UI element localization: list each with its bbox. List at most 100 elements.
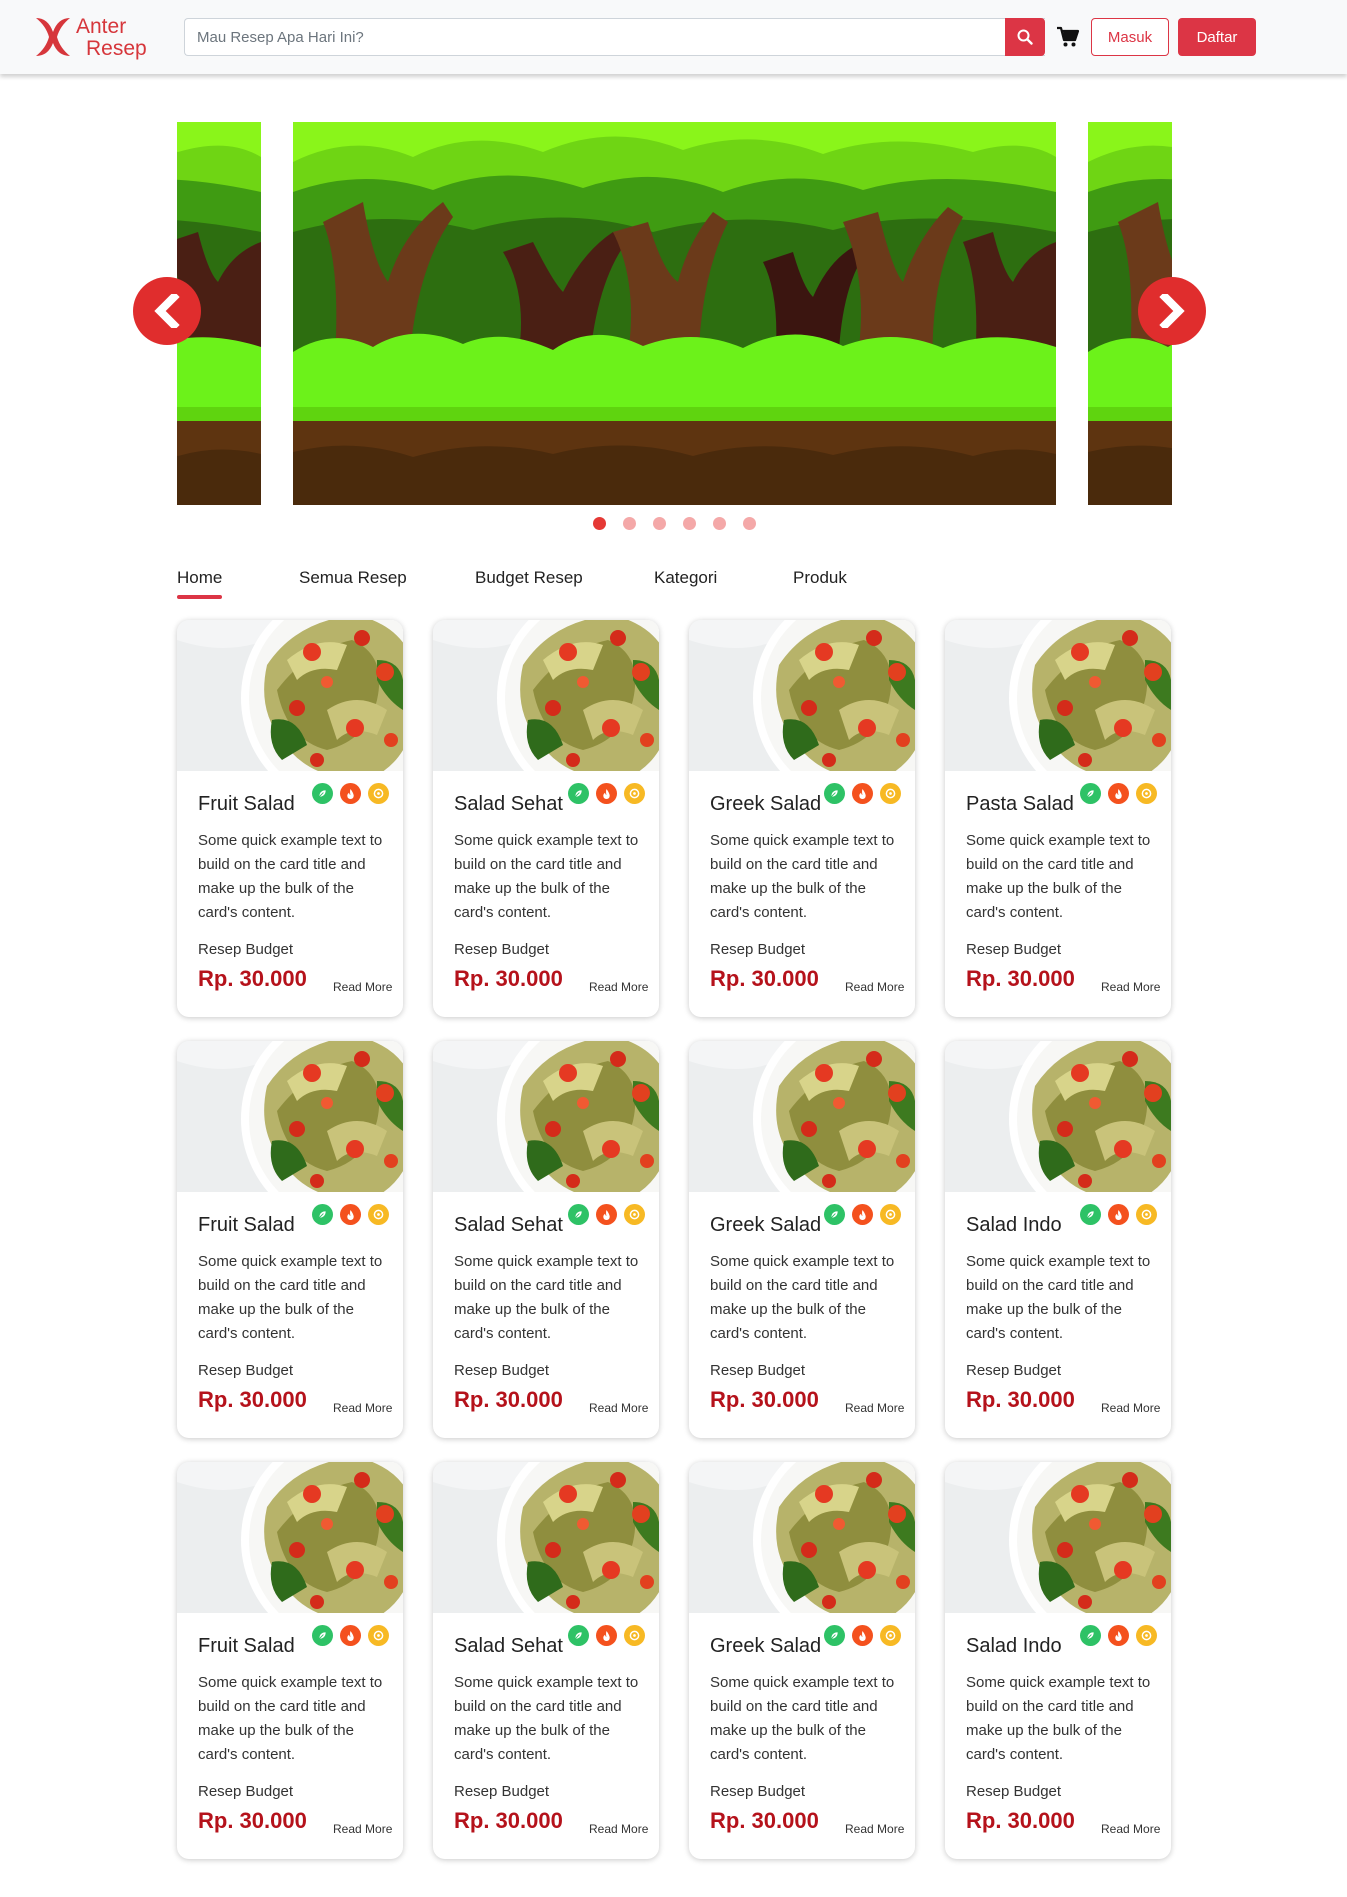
recipe-card[interactable]: Greek Salad Some quick example text to b…	[689, 1462, 915, 1859]
leaf-icon	[312, 1625, 333, 1646]
register-button[interactable]: Daftar	[1178, 18, 1256, 56]
card-budget-label: Resep Budget	[966, 941, 1062, 958]
card-badges	[824, 1204, 901, 1225]
nav-tab-produk[interactable]: Produk	[793, 568, 847, 588]
card-badges	[312, 783, 389, 804]
pasta-salad-image	[433, 620, 659, 771]
nav-tab-kategori[interactable]: Kategori	[654, 568, 717, 588]
card-badges	[568, 1204, 645, 1225]
card-price: Rp. 30.000	[710, 966, 819, 991]
carousel-indicator[interactable]	[683, 517, 696, 530]
recipe-card[interactable]: Fruit Salad Some quick example text to b…	[177, 1041, 403, 1438]
carousel-indicator[interactable]	[713, 517, 726, 530]
read-more-link[interactable]: Read More	[589, 1401, 648, 1415]
recipe-card[interactable]: Salad Sehat Some quick example text to b…	[433, 1462, 659, 1859]
fire-icon	[596, 1625, 617, 1646]
recipe-card[interactable]: Fruit Salad Some quick example text to b…	[177, 1462, 403, 1859]
card-badges	[824, 1625, 901, 1646]
card-title: Salad Indo	[966, 1214, 1062, 1236]
logo-line1: Anter	[76, 15, 127, 38]
fire-icon	[596, 783, 617, 804]
pasta-salad-image	[689, 620, 915, 771]
card-description: Some quick example text to build on the …	[198, 1674, 383, 1763]
card-description: Some quick example text to build on the …	[966, 1253, 1151, 1342]
read-more-link[interactable]: Read More	[589, 980, 648, 994]
carousel-indicator[interactable]	[593, 517, 606, 530]
card-badges	[1080, 783, 1157, 804]
recipe-card[interactable]: Pasta Salad Some quick example text to b…	[945, 620, 1171, 1017]
brand-logo[interactable]: Anter Resep	[34, 16, 154, 60]
carousel-indicator[interactable]	[743, 517, 756, 530]
coin-icon	[1136, 783, 1157, 804]
read-more-link[interactable]: Read More	[845, 980, 904, 994]
read-more-link[interactable]: Read More	[333, 980, 392, 994]
cart-icon[interactable]	[1056, 26, 1080, 48]
fire-icon	[852, 1204, 873, 1225]
card-badges	[568, 783, 645, 804]
carousel-indicator[interactable]	[653, 517, 666, 530]
card-title: Greek Salad	[710, 793, 822, 815]
card-title: Salad Sehat	[454, 1214, 563, 1236]
nav-tab-budget-resep[interactable]: Budget Resep	[475, 568, 583, 588]
coin-icon	[1136, 1204, 1157, 1225]
recipe-card[interactable]: Salad Indo Some quick example text to bu…	[945, 1041, 1171, 1438]
card-price: Rp. 30.000	[454, 1387, 563, 1412]
read-more-link[interactable]: Read More	[845, 1822, 904, 1836]
leaf-icon	[1080, 783, 1101, 804]
recipe-card[interactable]: Salad Sehat Some quick example text to b…	[433, 620, 659, 1017]
read-more-link[interactable]: Read More	[1101, 1822, 1160, 1836]
recipe-card[interactable]: Salad Sehat Some quick example text to b…	[433, 1041, 659, 1438]
search-input[interactable]	[184, 18, 1045, 56]
card-description: Some quick example text to build on the …	[710, 1253, 895, 1342]
card-budget-label: Resep Budget	[966, 1783, 1062, 1800]
card-price: Rp. 30.000	[710, 1808, 819, 1833]
card-price: Rp. 30.000	[966, 1808, 1075, 1833]
card-budget-label: Resep Budget	[710, 941, 806, 958]
logo-line2: Resep	[86, 37, 147, 60]
card-budget-label: Resep Budget	[454, 941, 550, 958]
card-price: Rp. 30.000	[454, 1808, 563, 1833]
leaf-icon	[1080, 1625, 1101, 1646]
read-more-link[interactable]: Read More	[1101, 1401, 1160, 1415]
card-price: Rp. 30.000	[966, 966, 1075, 991]
carousel-indicator[interactable]	[623, 517, 636, 530]
leaf-icon	[824, 1204, 845, 1225]
login-button[interactable]: Masuk	[1091, 18, 1169, 56]
fire-icon	[340, 783, 361, 804]
read-more-link[interactable]: Read More	[845, 1401, 904, 1415]
pasta-salad-image	[689, 1041, 915, 1192]
card-badges	[312, 1204, 389, 1225]
pasta-salad-image	[689, 1462, 915, 1613]
recipe-card[interactable]: Greek Salad Some quick example text to b…	[689, 620, 915, 1017]
read-more-link[interactable]: Read More	[333, 1822, 392, 1836]
coin-icon	[1136, 1625, 1157, 1646]
card-badges	[824, 783, 901, 804]
recipe-card[interactable]: Fruit Salad Some quick example text to b…	[177, 620, 403, 1017]
card-description: Some quick example text to build on the …	[710, 832, 895, 921]
nav-tab-semua-resep[interactable]: Semua Resep	[299, 568, 407, 588]
card-price: Rp. 30.000	[710, 1387, 819, 1412]
card-price: Rp. 30.000	[966, 1387, 1075, 1412]
card-badges	[312, 1625, 389, 1646]
pasta-salad-image	[945, 1462, 1171, 1613]
search-button[interactable]	[1005, 18, 1045, 56]
read-more-link[interactable]: Read More	[333, 1401, 392, 1415]
coin-icon	[624, 1625, 645, 1646]
card-budget-label: Resep Budget	[198, 941, 294, 958]
read-more-link[interactable]: Read More	[589, 1822, 648, 1836]
read-more-link[interactable]: Read More	[1101, 980, 1160, 994]
card-title: Fruit Salad	[198, 793, 295, 815]
coin-icon	[624, 1204, 645, 1225]
nav-tab-home[interactable]: Home	[177, 568, 223, 599]
chevron-right-icon	[1159, 294, 1185, 328]
card-description: Some quick example text to build on the …	[966, 1674, 1151, 1763]
recipe-card[interactable]: Greek Salad Some quick example text to b…	[689, 1041, 915, 1438]
card-description: Some quick example text to build on the …	[454, 1674, 639, 1763]
leaf-icon	[824, 783, 845, 804]
carousel-next-button[interactable]	[1138, 277, 1206, 345]
recipe-card[interactable]: Salad Indo Some quick example text to bu…	[945, 1462, 1171, 1859]
carousel-prev-button[interactable]	[133, 277, 201, 345]
carousel-slide-active[interactable]	[293, 122, 1056, 505]
card-price: Rp. 30.000	[198, 1808, 307, 1833]
logo-text: Anter Resep	[76, 16, 147, 60]
